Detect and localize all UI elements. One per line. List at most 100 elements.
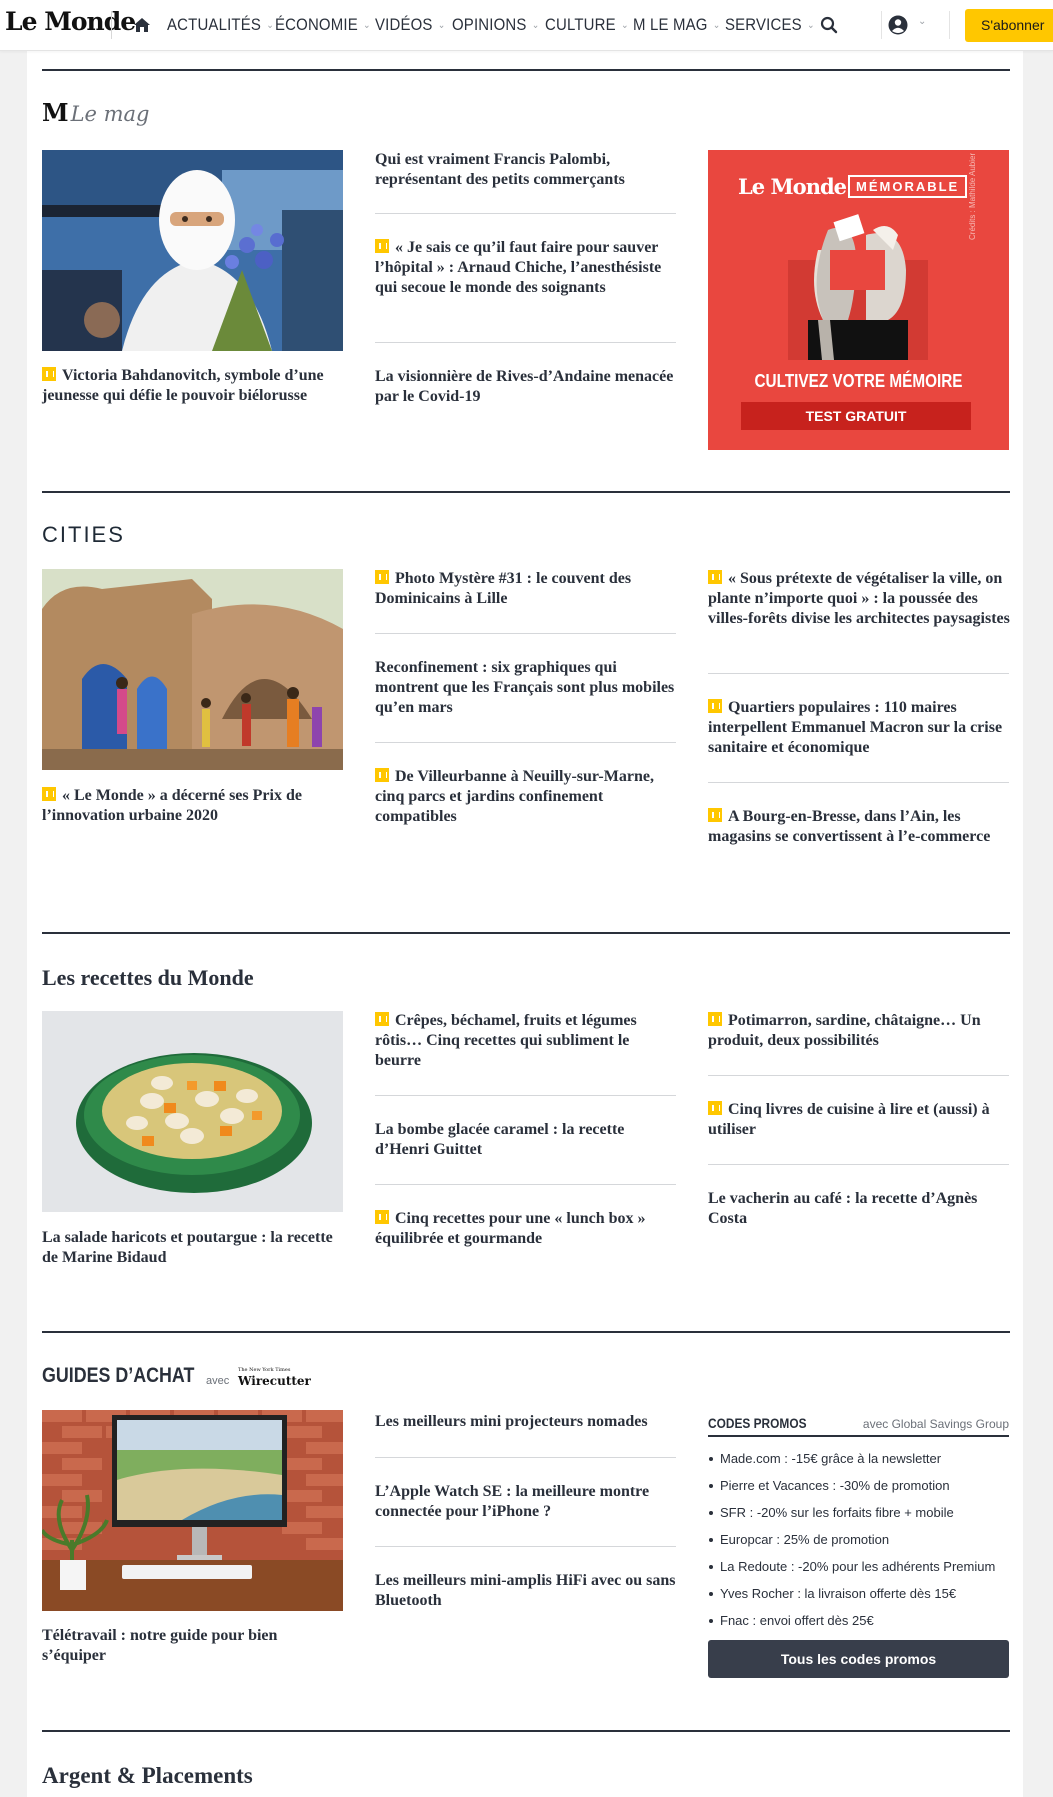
section-rule — [42, 69, 1010, 71]
article-title: « Le Monde » a décerné ses Prix de l’inn… — [42, 787, 302, 824]
subscribe-button[interactable]: S'abonner — [965, 9, 1053, 42]
article-mini-amplis[interactable]: Les meilleurs mini-amplis HiFi avec ou s… — [375, 1571, 677, 1611]
promo-code-item[interactable]: La Redoute : -20% pour les adhérents Pre… — [709, 1558, 1010, 1585]
divider — [375, 213, 676, 214]
article-potimarron[interactable]: Potimarron, sardine, châtaigne… Un produ… — [708, 1011, 1010, 1051]
promo-codes-partner: avec Global Savings Group — [862, 1417, 1009, 1431]
article-title: Photo Mystère #31 : le couvent des Domin… — [375, 570, 632, 607]
article-lunch-box[interactable]: Cinq recettes pour une « lunch box » équ… — [375, 1209, 677, 1249]
article-teletravail[interactable]: Télétravail : notre guide pour bien s’éq… — [42, 1626, 342, 1666]
premium-badge-icon — [708, 1012, 722, 1026]
premium-badge-icon — [708, 1101, 722, 1115]
premium-badge-icon — [708, 699, 722, 713]
article-villes-forets[interactable]: « Sous prétexte de végétaliser la ville,… — [708, 569, 1010, 629]
argent-placements-title[interactable]: Argent & Placements — [42, 1763, 253, 1789]
article-salade-haricots[interactable]: La salade haricots et poutargue : la rec… — [42, 1228, 342, 1268]
promo-code-item[interactable]: Europcar : 25% de promotion — [709, 1531, 1010, 1558]
memorable-advertisement[interactable]: Le Monde MÉMORABLE Crédits : Mathilde Au… — [708, 150, 1009, 450]
article-victoria[interactable]: Victoria Bahdanovitch, symbole d’une jeu… — [42, 366, 342, 406]
article-title: Cinq livres de cuisine à lire et (aussi)… — [708, 1101, 990, 1138]
article-vacherin[interactable]: Le vacherin au café : la recette d’Agnès… — [708, 1189, 1010, 1229]
article-image-salade[interactable] — [42, 1011, 343, 1212]
chevron-down-icon: ⌄ — [807, 20, 815, 31]
guides-with-label: avec — [206, 1375, 230, 1387]
divider — [111, 11, 112, 39]
article-prix-innovation[interactable]: « Le Monde » a décerné ses Prix de l’inn… — [42, 786, 342, 826]
section-rule — [42, 491, 1010, 493]
home-icon[interactable] — [133, 16, 151, 34]
search-icon[interactable] — [820, 16, 838, 34]
user-account-icon[interactable] — [888, 15, 908, 35]
article-visionniere[interactable]: La visionnière de Rives-d’Andaine menacé… — [375, 367, 677, 407]
divider — [375, 342, 676, 343]
nav-item-actualites[interactable]: ACTUALITÉS ⌄ — [167, 15, 274, 35]
top-navigation: Le Monde ACTUALITÉS ⌄ ÉCONOMIE ⌄ VIDÉOS ⌄ O… — [0, 0, 1053, 51]
ad-brand: Le Monde — [738, 174, 847, 199]
all-promo-codes-button[interactable]: Tous les codes promos — [708, 1640, 1009, 1678]
promo-code-item[interactable]: Made.com : -15€ grâce à la newsletter — [709, 1450, 1010, 1477]
article-bombe-glacee[interactable]: La bombe glacée caramel : la recette d’H… — [375, 1120, 677, 1160]
divider — [375, 1184, 676, 1185]
article-livres-cuisine[interactable]: Cinq livres de cuisine à lire et (aussi)… — [708, 1100, 1010, 1140]
article-projecteurs[interactable]: Les meilleurs mini projecteurs nomades — [375, 1412, 677, 1432]
divider — [708, 782, 1009, 783]
nav-item-opinions[interactable]: OPINIONS ⌄ — [452, 15, 539, 35]
nav-item-economie[interactable]: ÉCONOMIE ⌄ — [275, 15, 371, 35]
ad-credit: Crédits : Mathilde Aubier — [968, 152, 977, 240]
nav-item-videos[interactable]: VIDÉOS ⌄ — [375, 15, 445, 35]
article-apple-watch[interactable]: L’Apple Watch SE : la meilleure montre c… — [375, 1482, 677, 1522]
chevron-down-icon[interactable]: ⌄ — [918, 16, 926, 27]
promo-code-item[interactable]: Fnac : envoi offert dès 25€ — [709, 1612, 1010, 1639]
article-image-teletravail[interactable] — [42, 1410, 343, 1611]
article-bourg-en-bresse[interactable]: A Bourg-en-Bresse, dans l’Ain, les magas… — [708, 807, 1010, 847]
premium-badge-icon — [375, 239, 389, 253]
article-title: Crêpes, béchamel, fruits et légumes rôti… — [375, 1012, 637, 1069]
divider — [708, 673, 1009, 674]
article-reconfinement[interactable]: Reconfinement : six graphiques qui montr… — [375, 658, 677, 718]
divider — [375, 1457, 676, 1458]
le-monde-logo[interactable]: Le Monde — [5, 7, 136, 36]
article-title: La visionnière de Rives-d’Andaine menacé… — [375, 368, 674, 405]
article-title: La bombe glacée caramel : la recette d’H… — [375, 1121, 625, 1158]
nav-item-m-le-mag[interactable]: M LE MAG ⌄ — [633, 15, 720, 35]
chevron-down-icon: ⌄ — [712, 20, 721, 31]
premium-badge-icon — [708, 570, 722, 584]
nav-label: SERVICES — [725, 15, 802, 34]
guides-achat-title[interactable]: GUIDES D’ACHAT — [42, 1364, 194, 1388]
chevron-down-icon: ⌄ — [437, 20, 446, 31]
nav-item-culture[interactable]: CULTURE ⌄ — [545, 15, 629, 35]
nyt-small-logo: The New York Times — [238, 1367, 291, 1373]
wirecutter-logo[interactable]: Wirecutter — [238, 1374, 311, 1388]
nav-item-services[interactable]: SERVICES ⌄ — [725, 15, 815, 35]
article-quartiers-populaires[interactable]: Quartiers populaires : 110 maires interp… — [708, 698, 1010, 758]
article-title: Victoria Bahdanovitch, symbole d’une jeu… — [42, 367, 324, 404]
article-image-cities[interactable] — [42, 569, 343, 770]
ad-cta-button[interactable]: TEST GRATUIT — [741, 402, 971, 430]
article-arnaud-chiche[interactable]: « Je sais ce qu’il faut faire pour sauve… — [375, 238, 677, 298]
article-villeurbanne[interactable]: De Villeurbanne à Neuilly-sur-Marne, cin… — [375, 767, 677, 827]
article-photo-mystere[interactable]: Photo Mystère #31 : le couvent des Domin… — [375, 569, 677, 609]
article-crepes-bechamel[interactable]: Crêpes, béchamel, fruits et légumes rôti… — [375, 1011, 677, 1071]
promo-code-item[interactable]: Yves Rocher : la livraison offerte dès 1… — [709, 1585, 1010, 1612]
chevron-down-icon: ⌄ — [621, 20, 629, 31]
article-title: « Sous prétexte de végétaliser la ville,… — [708, 570, 1010, 627]
promo-codes-title[interactable]: CODES PROMOS — [708, 1415, 807, 1431]
section-rule — [42, 1730, 1010, 1732]
cities-title[interactable]: CITIES — [42, 522, 125, 548]
article-palombi[interactable]: Qui est vraiment Francis Palombi, représ… — [375, 150, 677, 190]
ad-tag: MÉMORABLE — [848, 175, 968, 198]
m-le-mag-title[interactable]: MLe mag — [42, 98, 150, 127]
article-image-victoria[interactable] — [42, 150, 343, 351]
section-rule — [42, 1331, 1010, 1333]
divider — [881, 11, 882, 39]
le-mag-text: Le mag — [70, 102, 150, 126]
premium-badge-icon — [42, 367, 56, 381]
promo-code-item[interactable]: Pierre et Vacances : -30% de promotion — [709, 1477, 1010, 1504]
recettes-title[interactable]: Les recettes du Monde — [42, 965, 254, 991]
promo-code-item[interactable]: SFR : -20% sur les forfaits fibre + mobi… — [709, 1504, 1010, 1531]
divider — [708, 1075, 1009, 1076]
article-title: « Je sais ce qu’il faut faire pour sauve… — [375, 239, 662, 296]
nav-label: ACTUALITÉS — [167, 15, 262, 34]
premium-badge-icon — [375, 570, 389, 584]
article-title: L’Apple Watch SE : la meilleure montre c… — [375, 1483, 650, 1520]
